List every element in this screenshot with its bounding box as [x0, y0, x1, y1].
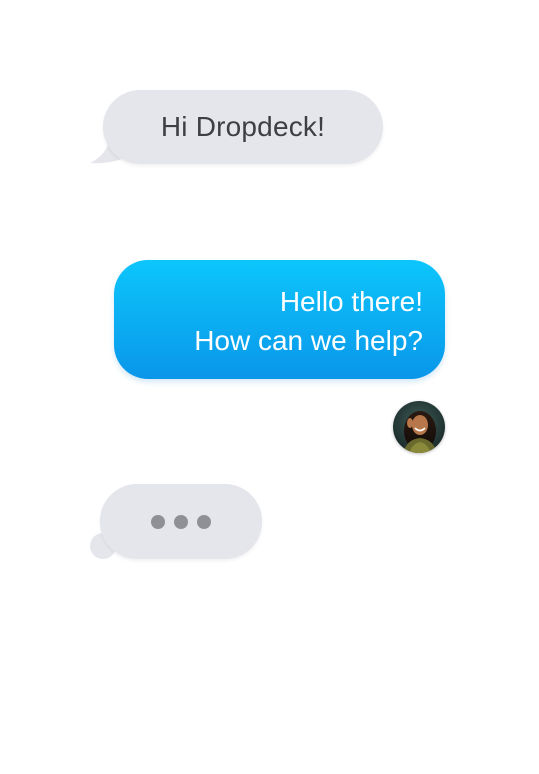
- incoming-message-text: Hi Dropdeck!: [160, 111, 326, 142]
- incoming-message-bubble: Hi Dropdeck!: [103, 90, 383, 164]
- avatar-photo-icon: [393, 401, 445, 453]
- typing-dot-2: [174, 514, 188, 529]
- typing-indicator: [100, 484, 262, 559]
- outgoing-message-bubble: Hello there! How can we help?: [114, 260, 445, 379]
- outgoing-message-line-1: Hello there!: [279, 286, 423, 317]
- outgoing-message-line-2: How can we help?: [194, 325, 423, 356]
- chat-conversation: Hi Dropdeck! Hello there! How can we hel…: [0, 0, 539, 774]
- typing-dot-1: [151, 514, 165, 529]
- typing-dot-3: [197, 514, 211, 529]
- user-avatar[interactable]: [393, 401, 445, 453]
